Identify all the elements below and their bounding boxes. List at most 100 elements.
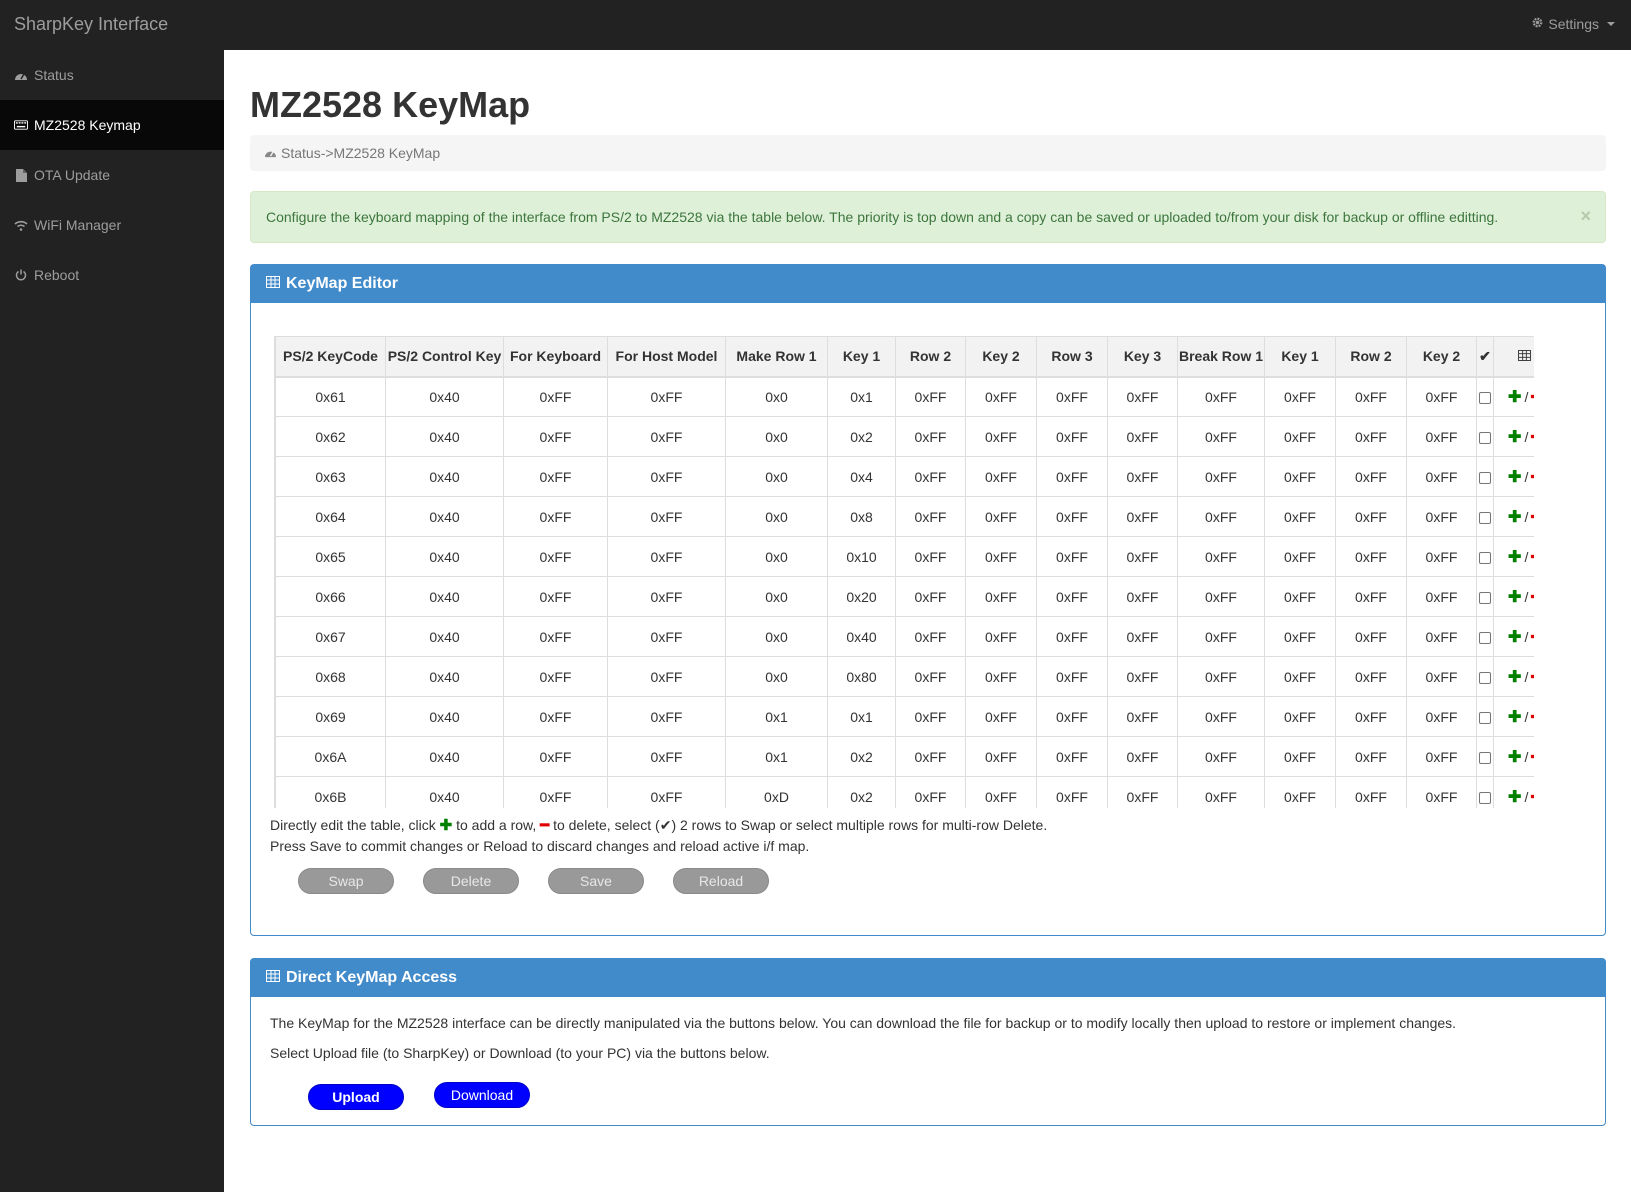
table-cell[interactable]: 0xFF (1036, 376, 1108, 417)
table-cell[interactable]: 0xFF (1107, 736, 1178, 777)
row-select-checkbox[interactable] (1479, 711, 1491, 724)
table-cell[interactable]: 0xFF (895, 736, 966, 777)
table-cell[interactable]: 0xFF (1177, 616, 1265, 657)
sidebar-item-status[interactable]: Status (0, 50, 224, 100)
table-cell[interactable]: 0xFF (1264, 736, 1336, 777)
table-cell[interactable]: 0xFF (1177, 376, 1265, 417)
delete-row-icon[interactable]: ━ (1531, 469, 1534, 486)
table-cell[interactable]: 0xFF (895, 576, 966, 617)
table-cell[interactable]: 0xFF (965, 536, 1037, 577)
settings-dropdown[interactable]: Settings (1531, 16, 1615, 32)
table-cell[interactable]: 0xFF (895, 416, 966, 457)
table-cell[interactable]: 0x0 (725, 416, 828, 457)
table-cell[interactable]: 0xFF (1335, 736, 1407, 777)
table-cell[interactable]: 0xFF (1406, 616, 1477, 657)
table-cell[interactable]: 0xFF (895, 776, 966, 808)
table-cell[interactable]: 0x40 (385, 416, 504, 457)
table-cell[interactable]: 0xFF (1107, 616, 1178, 657)
table-cell[interactable]: 0x40 (827, 616, 896, 657)
table-cell[interactable]: 0xD (725, 776, 828, 808)
delete-row-icon[interactable]: ━ (1531, 789, 1534, 806)
table-cell[interactable]: 0xFF (1335, 656, 1407, 697)
row-select-checkbox[interactable] (1479, 471, 1491, 484)
table-cell[interactable]: 0x40 (385, 376, 504, 417)
table-cell[interactable]: 0xFF (503, 696, 608, 737)
table-cell[interactable]: 0x66 (275, 576, 386, 617)
table-cell[interactable]: 0xFF (1036, 776, 1108, 808)
table-cell[interactable]: 0xFF (1107, 576, 1178, 617)
table-cell[interactable]: 0x6A (275, 736, 386, 777)
table-cell[interactable]: 0x20 (827, 576, 896, 617)
table-cell[interactable]: 0x40 (385, 736, 504, 777)
table-cell[interactable]: 0x69 (275, 696, 386, 737)
table-cell[interactable]: 0xFF (1107, 656, 1178, 697)
table-cell[interactable]: 0x40 (385, 776, 504, 808)
table-cell[interactable]: 0x1 (725, 696, 828, 737)
table-cell[interactable]: 0xFF (965, 616, 1037, 657)
table-cell[interactable]: 0xFF (1036, 656, 1108, 697)
table-cell[interactable]: 0xFF (1264, 576, 1336, 617)
row-select-checkbox[interactable] (1479, 431, 1491, 444)
delete-row-icon[interactable]: ━ (1531, 629, 1534, 646)
table-cell[interactable]: 0xFF (1335, 456, 1407, 497)
delete-button[interactable]: Delete (423, 868, 519, 894)
table-cell[interactable]: 0xFF (1335, 536, 1407, 577)
table-cell[interactable]: 0x40 (385, 696, 504, 737)
table-cell[interactable]: 0xFF (1264, 656, 1336, 697)
upload-button[interactable]: Upload (308, 1084, 404, 1110)
table-cell[interactable]: 0x2 (827, 776, 896, 808)
table-cell[interactable]: 0xFF (895, 456, 966, 497)
table-cell[interactable]: 0xFF (1036, 616, 1108, 657)
table-cell[interactable]: 0xFF (503, 496, 608, 537)
add-row-icon[interactable]: ✚ (1508, 789, 1521, 806)
table-cell[interactable]: 0xFF (965, 576, 1037, 617)
table-cell[interactable]: 0xFF (1264, 536, 1336, 577)
table-cell[interactable]: 0xFF (1036, 696, 1108, 737)
table-cell[interactable]: 0x1 (725, 736, 828, 777)
table-cell[interactable]: 0xFF (1177, 696, 1265, 737)
table-cell[interactable]: 0xFF (895, 496, 966, 537)
table-cell[interactable]: 0xFF (503, 416, 608, 457)
table-cell[interactable]: 0x1 (827, 376, 896, 417)
table-cell[interactable]: 0xFF (503, 776, 608, 808)
table-cell[interactable]: 0xFF (1036, 456, 1108, 497)
table-cell[interactable]: 0xFF (607, 536, 726, 577)
table-cell[interactable]: 0xFF (1264, 776, 1336, 808)
table-cell[interactable]: 0xFF (1177, 496, 1265, 537)
table-cell[interactable]: 0xFF (1036, 416, 1108, 457)
table-cell[interactable]: 0x10 (827, 536, 896, 577)
table-cell[interactable]: 0xFF (965, 776, 1037, 808)
swap-button[interactable]: Swap (298, 868, 394, 894)
table-cell[interactable]: 0xFF (1406, 576, 1477, 617)
table-cell[interactable]: 0x6B (275, 776, 386, 808)
table-cell[interactable]: 0x40 (385, 536, 504, 577)
table-cell[interactable]: 0xFF (1107, 496, 1178, 537)
row-select-checkbox[interactable] (1479, 551, 1491, 564)
add-row-icon[interactable]: ✚ (1508, 589, 1521, 606)
table-cell[interactable]: 0x2 (827, 416, 896, 457)
table-cell[interactable]: 0xFF (503, 616, 608, 657)
add-row-icon[interactable]: ✚ (1508, 629, 1521, 646)
table-cell[interactable]: 0xFF (607, 576, 726, 617)
sidebar-item-ota-update[interactable]: OTA Update (0, 150, 224, 200)
download-button[interactable]: Download (434, 1082, 530, 1108)
table-cell[interactable]: 0x63 (275, 456, 386, 497)
add-row-icon[interactable]: ✚ (1508, 429, 1521, 446)
table-cell[interactable]: 0x1 (827, 696, 896, 737)
table-cell[interactable]: 0xFF (503, 576, 608, 617)
table-cell[interactable]: 0xFF (503, 536, 608, 577)
add-row-icon[interactable]: ✚ (1508, 749, 1521, 766)
table-cell[interactable]: 0xFF (1107, 376, 1178, 417)
table-cell[interactable]: 0x80 (827, 656, 896, 697)
table-cell[interactable]: 0xFF (1406, 536, 1477, 577)
row-select-checkbox[interactable] (1479, 751, 1491, 764)
table-cell[interactable]: 0xFF (1406, 696, 1477, 737)
table-cell[interactable]: 0xFF (1177, 456, 1265, 497)
table-cell[interactable]: 0xFF (1406, 656, 1477, 697)
row-select-checkbox[interactable] (1479, 511, 1491, 524)
row-select-checkbox[interactable] (1479, 631, 1491, 644)
table-cell[interactable]: 0xFF (1335, 696, 1407, 737)
table-cell[interactable]: 0xFF (965, 376, 1037, 417)
table-cell[interactable]: 0xFF (1177, 576, 1265, 617)
table-cell[interactable]: 0xFF (1264, 456, 1336, 497)
